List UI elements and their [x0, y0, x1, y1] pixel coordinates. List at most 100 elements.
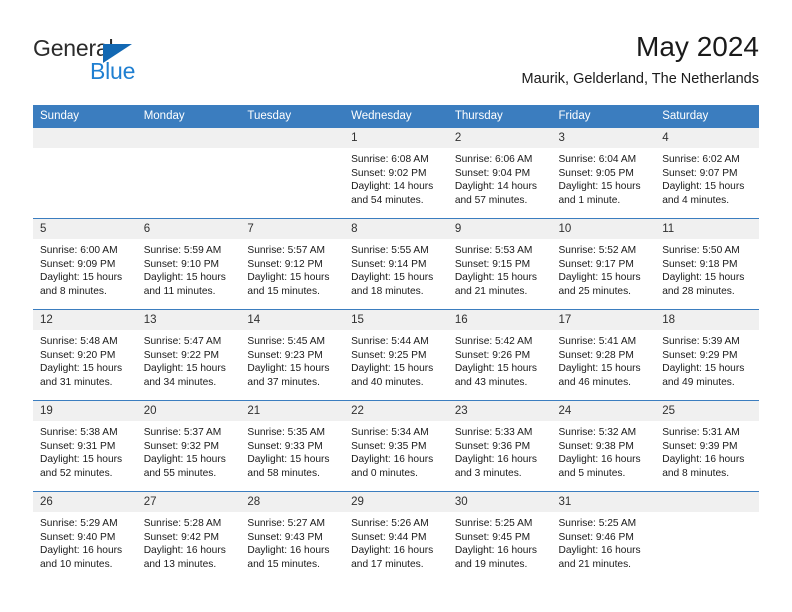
- day-number: 29: [344, 492, 448, 512]
- calendar-day-cell[interactable]: 3 Sunrise: 6:04 AM Sunset: 9:05 PM Daylight…: [551, 127, 656, 219]
- sunrise-text: Sunrise: 5:35 AM: [247, 427, 325, 438]
- calendar-day-cell-empty: [33, 127, 137, 219]
- sunrise-text: Sunrise: 5:33 AM: [454, 427, 533, 438]
- sunset-text: Sunset: 9:31 PM: [40, 440, 116, 452]
- day-number: 14: [240, 310, 345, 330]
- calendar-day-cell[interactable]: 27 Sunrise: 5:28 AM Sunset: 9:42 PM Dayligh…: [136, 491, 241, 582]
- sunrise-text: Sunrise: 5:29 AM: [40, 518, 118, 529]
- day-number: 4: [655, 128, 759, 148]
- calendar-day-cell[interactable]: 26 Sunrise: 5:29 AM Sunset: 9:40 PM Dayligh…: [33, 491, 137, 582]
- calendar-day-cell[interactable]: 5 Sunrise: 6:00 AM Sunset: 9:09 PM Daylight…: [33, 218, 137, 310]
- daylight-text: Daylight: 16 hours: [454, 545, 537, 557]
- day-number: 31: [551, 492, 656, 512]
- weekday-header-saturday: Saturday: [655, 105, 759, 128]
- calendar-day-cell[interactable]: 7 Sunrise: 5:57 AM Sunset: 9:12 PM Daylight…: [240, 218, 345, 310]
- daylight-text: Daylight: 15 hours: [143, 454, 226, 466]
- calendar-day-cell[interactable]: 23 Sunrise: 5:33 AM Sunset: 9:36 PM Dayligh…: [447, 400, 552, 492]
- weekday-header-friday: Friday: [551, 105, 656, 128]
- daylight-text: Daylight: 16 hours: [247, 545, 330, 557]
- calendar-day-cell-empty: [655, 491, 759, 582]
- calendar-day-cell[interactable]: 11 Sunrise: 5:50 AM Sunset: 9:18 PM Dayligh…: [655, 218, 759, 310]
- daylight-text: Daylight: 15 hours: [40, 272, 123, 284]
- daylight-text: Daylight: 16 hours: [351, 454, 434, 466]
- day-details: Sunrise: 5:48 AM Sunset: 9:20 PM Daylight:…: [33, 330, 137, 389]
- day-details: Sunrise: 5:37 AM Sunset: 9:32 PM Daylight:…: [137, 421, 241, 480]
- daylight-text-cont: and 21 minutes.: [454, 285, 528, 297]
- calendar-day-cell[interactable]: 25 Sunrise: 5:31 AM Sunset: 9:39 PM Dayligh…: [655, 400, 759, 492]
- daylight-text-cont: and 13 minutes.: [143, 558, 217, 570]
- daylight-text: Daylight: 15 hours: [558, 363, 641, 375]
- sunset-text: Sunset: 9:36 PM: [454, 440, 531, 452]
- calendar-day-cell[interactable]: 10 Sunrise: 5:52 AM Sunset: 9:17 PM Dayligh…: [551, 218, 656, 310]
- sunset-text: Sunset: 9:44 PM: [351, 531, 427, 543]
- calendar-day-cell[interactable]: 15 Sunrise: 5:44 AM Sunset: 9:25 PM Dayligh…: [344, 309, 448, 401]
- day-number: 6: [136, 219, 241, 239]
- daylight-text: Daylight: 15 hours: [351, 363, 434, 375]
- sunrise-text: Sunrise: 5:48 AM: [40, 336, 118, 347]
- calendar-day-cell[interactable]: 2 Sunrise: 6:06 AM Sunset: 9:04 PM Daylight…: [447, 127, 552, 219]
- calendar-day-cell[interactable]: 13 Sunrise: 5:47 AM Sunset: 9:22 PM Dayligh…: [136, 309, 241, 401]
- calendar-day-cell[interactable]: 16 Sunrise: 5:42 AM Sunset: 9:26 PM Dayligh…: [447, 309, 552, 401]
- day-number: 2: [447, 128, 552, 148]
- day-number: [33, 128, 137, 148]
- day-details: Sunrise: 5:39 AM Sunset: 9:29 PM Daylight:…: [655, 330, 759, 389]
- day-number: 26: [33, 492, 137, 512]
- day-details: Sunrise: 5:26 AM Sunset: 9:44 PM Daylight:…: [344, 512, 448, 571]
- day-number: 16: [447, 310, 552, 330]
- calendar-day-cell[interactable]: 12 Sunrise: 5:48 AM Sunset: 9:20 PM Dayligh…: [33, 309, 137, 401]
- calendar-day-cell[interactable]: 14 Sunrise: 5:45 AM Sunset: 9:23 PM Dayligh…: [240, 309, 345, 401]
- calendar-day-cell[interactable]: 22 Sunrise: 5:34 AM Sunset: 9:35 PM Dayligh…: [344, 400, 448, 492]
- day-details: Sunrise: 5:45 AM Sunset: 9:23 PM Daylight:…: [240, 330, 344, 389]
- daylight-text-cont: and 57 minutes.: [454, 194, 528, 206]
- day-number: 21: [240, 401, 345, 421]
- sunset-text: Sunset: 9:02 PM: [351, 167, 427, 179]
- daylight-text-cont: and 11 minutes.: [143, 285, 216, 297]
- calendar-day-cell[interactable]: 6 Sunrise: 5:59 AM Sunset: 9:10 PM Daylight…: [136, 218, 241, 310]
- daylight-text-cont: and 15 minutes.: [247, 558, 320, 570]
- day-details: Sunrise: 6:06 AM Sunset: 9:04 PM Daylight:…: [448, 148, 552, 207]
- daylight-text-cont: and 5 minutes.: [558, 467, 626, 479]
- day-details: Sunrise: 5:34 AM Sunset: 9:35 PM Daylight:…: [344, 421, 448, 480]
- sunrise-text: Sunrise: 5:45 AM: [247, 336, 325, 347]
- day-details: Sunrise: 5:33 AM Sunset: 9:36 PM Daylight:…: [448, 421, 552, 480]
- calendar-day-cell[interactable]: 19 Sunrise: 5:38 AM Sunset: 9:31 PM Dayligh…: [33, 400, 137, 492]
- calendar-day-cell[interactable]: 1 Sunrise: 6:08 AM Sunset: 9:02 PM Daylight…: [344, 127, 448, 219]
- calendar-day-cell[interactable]: 8 Sunrise: 5:55 AM Sunset: 9:14 PM Daylight…: [344, 218, 448, 310]
- calendar-day-cell[interactable]: 31 Sunrise: 5:25 AM Sunset: 9:46 PM Dayligh…: [551, 491, 656, 582]
- day-number: 19: [33, 401, 137, 421]
- calendar-day-cell[interactable]: 9 Sunrise: 5:53 AM Sunset: 9:15 PM Daylight…: [447, 218, 552, 310]
- title-block: May 2024 Maurik, Gelderland, The Netherl…: [522, 30, 760, 90]
- sunrise-text: Sunrise: 5:44 AM: [351, 336, 429, 347]
- daylight-text-cont: and 34 minutes.: [143, 376, 217, 388]
- calendar-day-cell[interactable]: 17 Sunrise: 5:41 AM Sunset: 9:28 PM Dayligh…: [551, 309, 656, 401]
- day-details: Sunrise: 5:57 AM Sunset: 9:12 PM Daylight:…: [240, 239, 344, 298]
- sunset-text: Sunset: 9:45 PM: [454, 531, 531, 543]
- sunrise-text: Sunrise: 5:28 AM: [143, 518, 222, 529]
- day-details: Sunrise: 5:50 AM Sunset: 9:18 PM Daylight:…: [655, 239, 759, 298]
- sunset-text: Sunset: 9:28 PM: [558, 349, 634, 361]
- sunrise-text: Sunrise: 5:25 AM: [454, 518, 533, 529]
- sunset-text: Sunset: 9:07 PM: [662, 167, 738, 179]
- weekday-header-thursday: Thursday: [447, 105, 552, 128]
- general-blue-logo[interactable]: General Blue: [33, 35, 233, 91]
- day-number: 18: [655, 310, 759, 330]
- calendar-day-cell[interactable]: 30 Sunrise: 5:25 AM Sunset: 9:45 PM Dayligh…: [447, 491, 552, 582]
- calendar-day-cell[interactable]: 21 Sunrise: 5:35 AM Sunset: 9:33 PM Dayligh…: [240, 400, 345, 492]
- sunrise-text: Sunrise: 5:52 AM: [558, 245, 637, 256]
- sunset-text: Sunset: 9:26 PM: [454, 349, 531, 361]
- day-details: Sunrise: 6:00 AM Sunset: 9:09 PM Daylight:…: [33, 239, 137, 298]
- daylight-text: Daylight: 14 hours: [351, 181, 434, 193]
- day-number: 10: [551, 219, 656, 239]
- calendar-day-cell[interactable]: 29 Sunrise: 5:26 AM Sunset: 9:44 PM Dayligh…: [344, 491, 448, 582]
- calendar-day-cell[interactable]: 20 Sunrise: 5:37 AM Sunset: 9:32 PM Dayligh…: [136, 400, 241, 492]
- calendar-day-cell[interactable]: 18 Sunrise: 5:39 AM Sunset: 9:29 PM Dayligh…: [655, 309, 759, 401]
- daylight-text-cont: and 8 minutes.: [662, 467, 730, 479]
- calendar-day-cell[interactable]: 24 Sunrise: 5:32 AM Sunset: 9:38 PM Dayligh…: [551, 400, 656, 492]
- calendar-day-cell-empty: [240, 127, 345, 219]
- daylight-text-cont: and 18 minutes.: [351, 285, 424, 297]
- day-details: Sunrise: 5:47 AM Sunset: 9:22 PM Daylight:…: [137, 330, 241, 389]
- sunrise-text: Sunrise: 5:57 AM: [247, 245, 325, 256]
- day-number: 25: [655, 401, 759, 421]
- calendar-day-cell[interactable]: 28 Sunrise: 5:27 AM Sunset: 9:43 PM Dayligh…: [240, 491, 345, 582]
- calendar-day-cell[interactable]: 4 Sunrise: 6:02 AM Sunset: 9:07 PM Daylight…: [655, 127, 759, 219]
